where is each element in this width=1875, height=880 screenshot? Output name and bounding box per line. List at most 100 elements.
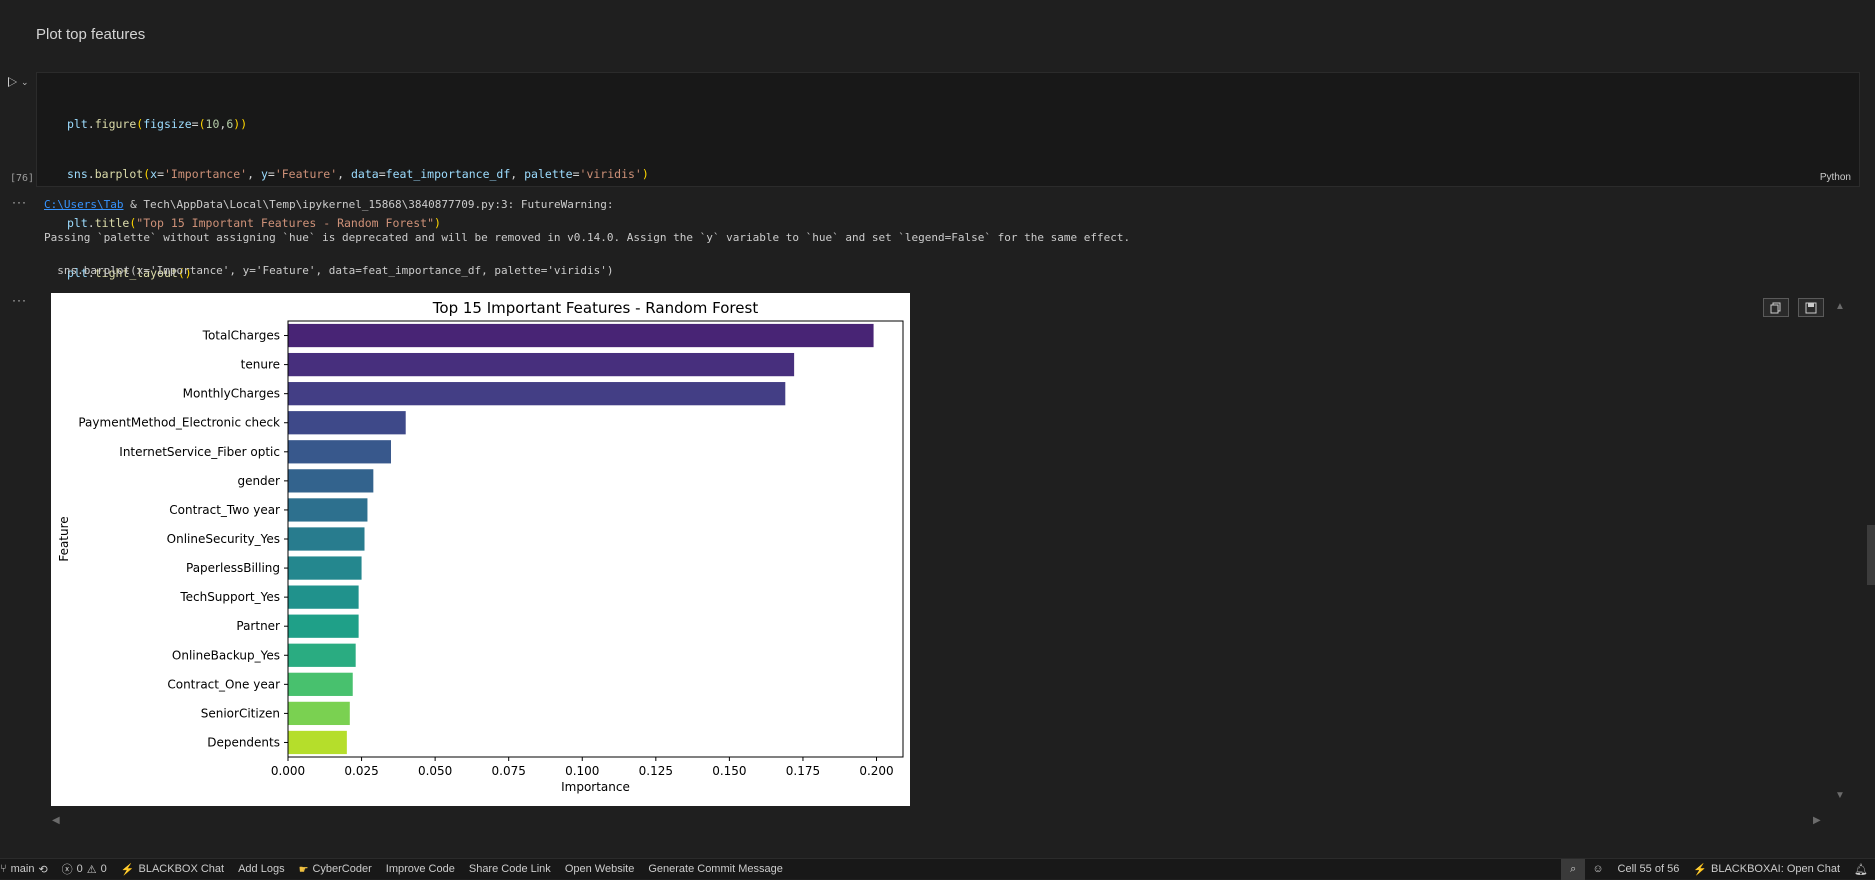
copy-output-button[interactable]	[1763, 298, 1789, 317]
status-item-label: Share Code Link	[468, 863, 551, 875]
blackbox-chat-button[interactable]: ⚡ BLACKBOX Chat	[114, 859, 231, 880]
y-tick-label: Contract_One year	[167, 677, 280, 691]
status-item-label: CyberCoder	[312, 863, 372, 875]
y-tick-label: PaymentMethod_Electronic check	[78, 416, 280, 430]
y-tick-label: OnlineSecurity_Yes	[167, 532, 280, 546]
vertical-scrollbar[interactable]	[1867, 525, 1875, 585]
y-tick-label: PaperlessBilling	[186, 561, 280, 575]
open-website-button[interactable]: Open Website	[558, 859, 642, 880]
code-line: sns.barplot(x='Importance', y='Feature',…	[67, 166, 649, 181]
blackbox-ai-button[interactable]: ⚡ BLACKBOXAI: Open Chat	[1686, 859, 1847, 880]
play-icon	[8, 77, 17, 87]
plot-output: Top 15 Important Features - Random Fores…	[51, 293, 910, 806]
warning-icon: ⚠	[86, 863, 97, 876]
code-line: plt.figure(figsize=(10,6))	[67, 117, 248, 131]
bolt-icon: ⚡	[1693, 863, 1708, 876]
improve-code-button[interactable]: Improve Code	[379, 859, 462, 880]
x-tick-label: 0.050	[418, 764, 452, 778]
bar	[288, 672, 353, 696]
run-cell-button[interactable]: ⌄	[8, 74, 30, 90]
status-bar: ⑂ main ⟲ ⓧ 0 ⚠ 0 ⚡ BLACKBOX Chat Add Logs…	[0, 858, 1875, 880]
sync-icon: ⟲	[38, 863, 48, 876]
x-tick-label: 0.075	[492, 764, 526, 778]
x-tick-label: 0.025	[344, 764, 378, 778]
x-axis-label: Importance	[561, 780, 630, 794]
status-item-label: BLACKBOX Chat	[138, 863, 225, 875]
code-editor[interactable]: plt.figure(figsize=(10,6)) sns.barplot(x…	[36, 72, 1860, 329]
x-tick-label: 0.200	[859, 764, 893, 778]
language-selector[interactable]: Python	[1820, 172, 1851, 183]
y-tick-label: Partner	[236, 619, 280, 633]
cybercoder-button[interactable]: ☛ CyberCoder	[292, 859, 379, 880]
generate-commit-message-button[interactable]: Generate Commit Message	[641, 859, 790, 880]
scroll-left-icon[interactable]: ◀	[52, 815, 60, 826]
bell-icon: 🔔︎	[1854, 863, 1868, 876]
output-more-button[interactable]: ···	[12, 195, 27, 209]
x-tick-label: 0.000	[271, 764, 305, 778]
cell-position[interactable]: Cell 55 of 56	[1611, 859, 1687, 880]
add-logs-button[interactable]: Add Logs	[231, 859, 291, 880]
bar	[288, 556, 362, 580]
y-tick-label: MonthlyCharges	[183, 387, 280, 401]
scroll-right-icon[interactable]: ▶	[1813, 815, 1821, 826]
bar	[288, 585, 359, 609]
problems-indicator[interactable]: ⓧ 0 ⚠ 0	[55, 859, 114, 880]
warning-header: C:\Users\Tab & Tech\AppData\Local\Temp\i…	[44, 198, 614, 211]
bar	[288, 498, 368, 522]
status-right-group: ⌕ ☺ Cell 55 of 56 ⚡ BLACKBOXAI: Open Chat…	[1561, 858, 1875, 880]
copilot-button[interactable]: ☺	[1585, 859, 1610, 880]
bar	[288, 527, 365, 551]
scroll-down-icon[interactable]: ▼	[1835, 790, 1845, 801]
bar-chart: Top 15 Important Features - Random Fores…	[57, 299, 904, 794]
bar	[288, 730, 347, 755]
warning-count: 0	[100, 863, 107, 875]
chevron-down-icon[interactable]: ⌄	[21, 77, 29, 88]
bar	[288, 323, 874, 348]
y-tick-label: Contract_Two year	[169, 503, 280, 517]
branch-label: main	[10, 863, 35, 875]
chart-title: Top 15 Important Features - Random Fores…	[432, 299, 759, 317]
status-item-label: Generate Commit Message	[648, 863, 783, 875]
y-tick-label: TechSupport_Yes	[179, 590, 280, 604]
bar	[288, 352, 795, 377]
copy-icon	[1770, 302, 1781, 313]
markdown-heading: Plot top features	[36, 26, 146, 43]
y-tick-label: InternetService_Fiber optic	[119, 445, 280, 459]
bar	[288, 643, 356, 667]
pointing-hand-icon: ☛	[298, 863, 309, 876]
y-tick-label: TotalCharges	[202, 329, 280, 343]
save-icon	[1805, 302, 1817, 313]
x-tick-label: 0.175	[786, 764, 820, 778]
y-tick-label: gender	[237, 474, 280, 488]
zoom-icon: ⌕	[1570, 862, 1577, 875]
bar	[288, 411, 406, 435]
share-code-link-button[interactable]: Share Code Link	[462, 859, 558, 880]
bar	[288, 701, 350, 726]
branch-icon: ⑂	[0, 863, 7, 875]
markdown-cell[interactable]: Plot top features	[0, 0, 1875, 62]
collapse-up-icon[interactable]: ▲	[1835, 301, 1845, 312]
y-tick-label: OnlineBackup_Yes	[172, 648, 280, 662]
copilot-icon: ☺	[1592, 863, 1604, 875]
blackbox-ai-label: BLACKBOXAI: Open Chat	[1711, 863, 1841, 875]
y-tick-label: Dependents	[207, 735, 280, 749]
output-more-button[interactable]: ···	[12, 293, 27, 307]
error-icon: ⓧ	[61, 864, 73, 876]
notifications-button[interactable]: 🔔︎	[1847, 859, 1875, 880]
x-tick-label: 0.100	[565, 764, 599, 778]
bar	[288, 614, 359, 638]
y-tick-label: tenure	[241, 358, 280, 372]
bar	[288, 382, 786, 406]
code-line: plt.title("Top 15 Important Features - R…	[67, 216, 441, 230]
branch-indicator[interactable]: ⑂ main ⟲	[0, 859, 55, 880]
y-axis-label: Feature	[57, 516, 71, 561]
status-item-label: Add Logs	[238, 863, 285, 875]
warning-header-rest: & Tech\AppData\Local\Temp\ipykernel_1586…	[123, 198, 614, 211]
status-item-label: Open Website	[564, 863, 635, 875]
save-output-button[interactable]	[1798, 298, 1824, 317]
execution-count: [76]	[10, 173, 35, 184]
warning-path-link[interactable]: C:\Users\Tab	[44, 198, 123, 211]
y-tick-label: SeniorCitizen	[201, 706, 280, 720]
zoom-button[interactable]: ⌕	[1561, 858, 1586, 880]
bar	[288, 440, 391, 464]
